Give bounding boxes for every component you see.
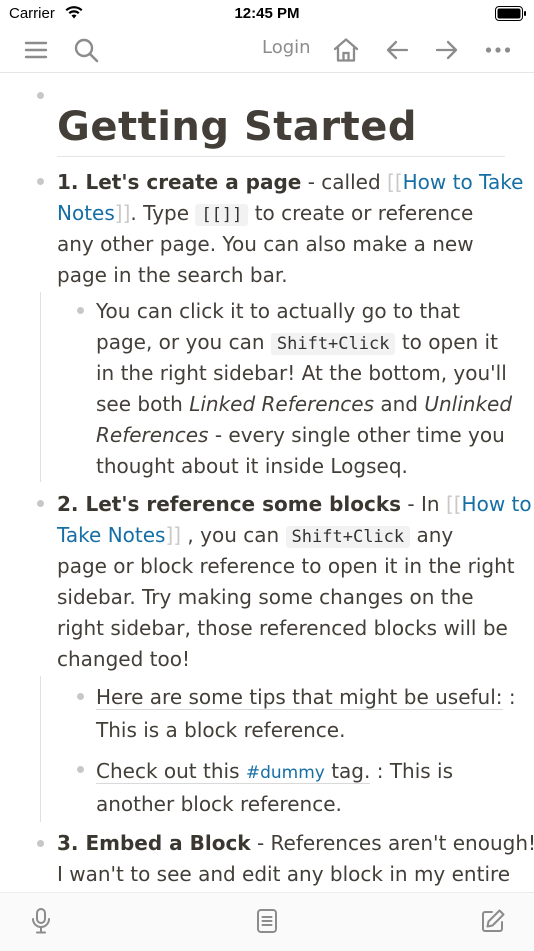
block-text: , you can bbox=[181, 523, 286, 547]
forward-arrow-icon[interactable] bbox=[431, 34, 463, 66]
children-guide-line bbox=[40, 292, 41, 482]
document-icon[interactable] bbox=[251, 905, 283, 937]
edit-icon[interactable] bbox=[477, 905, 509, 937]
block-1-child-line-6[interactable]: thought about it inside Logseq. bbox=[96, 451, 408, 482]
block-2-child-2-line-1[interactable]: Check out this #dummy tag. : This is bbox=[96, 756, 453, 789]
block-1-child-line-3[interactable]: in the right sidebar! At the bottom, you… bbox=[96, 358, 507, 389]
block-3-heading: 3. Embed a Block bbox=[57, 831, 251, 855]
tag-dummy[interactable]: #dummy bbox=[246, 763, 325, 783]
page-link-how-to-take-notes[interactable]: Take Notes bbox=[57, 523, 165, 547]
bracket-open: [[ bbox=[445, 492, 462, 516]
block-bullet[interactable] bbox=[77, 766, 84, 773]
status-time: 12:45 PM bbox=[234, 5, 300, 22]
block-text: - called bbox=[301, 170, 388, 194]
block-1-line-1[interactable]: 1. Let's create a page - called [[How to… bbox=[57, 167, 523, 198]
italic-text: Linked References bbox=[189, 392, 374, 416]
block-3-line-2[interactable]: I wan't to see and edit any block in my … bbox=[57, 859, 510, 890]
block-bullet[interactable] bbox=[37, 500, 44, 507]
block-text: see both bbox=[96, 392, 190, 416]
block-text: to open it bbox=[395, 330, 498, 354]
block-1-child-line-5[interactable]: References - every single other time you bbox=[96, 420, 505, 451]
block-2-child-2-line-2[interactable]: another block reference. bbox=[96, 789, 342, 820]
block-1-line-2[interactable]: Notes]]. Type [[]] to create or referenc… bbox=[57, 198, 473, 231]
page-content: Getting Started 1. Let's create a page -… bbox=[0, 72, 534, 892]
inline-code: Shift+Click bbox=[285, 526, 411, 548]
block-bullet[interactable] bbox=[37, 178, 44, 185]
top-toolbar: Login bbox=[0, 28, 534, 73]
page-link-how-to-take-notes[interactable]: Notes bbox=[57, 201, 115, 225]
block-bullet[interactable] bbox=[77, 307, 84, 314]
block-reference[interactable]: Here are some tips that might be useful: bbox=[96, 685, 503, 710]
block-text: page, or you can bbox=[96, 330, 271, 354]
italic-text: Unlinked bbox=[424, 392, 513, 416]
block-bullet[interactable] bbox=[37, 92, 44, 99]
block-2-line-6[interactable]: changed too! bbox=[57, 644, 190, 675]
block-text: - every single other time you bbox=[208, 423, 505, 447]
block-2-line-4[interactable]: sidebar. Try making some changes on the bbox=[57, 582, 474, 613]
block-text: tag. bbox=[324, 759, 371, 783]
block-text: Check out this bbox=[96, 759, 246, 783]
block-2-line-2[interactable]: Take Notes]] , you can Shift+Click any bbox=[57, 520, 453, 553]
login-button[interactable]: Login bbox=[262, 37, 311, 58]
block-text: . Type bbox=[130, 201, 196, 225]
page-link-how-to-take-notes[interactable]: How to bbox=[462, 492, 532, 516]
more-icon[interactable] bbox=[482, 34, 514, 66]
block-text: - References aren't enough! bbox=[250, 831, 534, 855]
bracket-close: ]] bbox=[165, 523, 182, 547]
block-2-line-5[interactable]: right sidebar, those referenced blocks w… bbox=[57, 613, 508, 644]
bracket-close: ]] bbox=[114, 201, 131, 225]
bracket-open: [[ bbox=[387, 170, 403, 194]
back-arrow-icon[interactable] bbox=[381, 34, 413, 66]
children-guide-line bbox=[40, 676, 41, 822]
status-bar: Carrier 12:45 PM bbox=[0, 0, 534, 28]
menu-icon[interactable] bbox=[20, 34, 52, 66]
block-1-child-line-2[interactable]: page, or you can Shift+Click to open it bbox=[96, 327, 498, 360]
block-text: - In bbox=[401, 492, 446, 516]
search-icon[interactable] bbox=[70, 34, 102, 66]
block-3-line-1[interactable]: 3. Embed a Block - References aren't eno… bbox=[57, 828, 534, 859]
bottom-toolbar bbox=[0, 892, 534, 951]
block-bullet[interactable] bbox=[77, 693, 84, 700]
block-1-line-3[interactable]: any other page. You can also make a new bbox=[57, 229, 474, 260]
inline-code: Shift+Click bbox=[270, 333, 396, 355]
block-text: any bbox=[410, 523, 454, 547]
block-2-heading: 2. Let's reference some blocks bbox=[57, 492, 402, 516]
italic-text: References bbox=[96, 423, 209, 447]
block-1-line-4[interactable]: page in the search bar. bbox=[57, 260, 288, 291]
block-reference[interactable]: Check out this #dummy tag. bbox=[96, 759, 371, 784]
block-text: to create or reference bbox=[248, 201, 474, 225]
block-2-line-3[interactable]: page or block reference to open it in th… bbox=[57, 551, 515, 582]
inline-code: [[]] bbox=[195, 204, 249, 226]
block-1-child-line-4[interactable]: see both Linked References and Unlinked bbox=[96, 389, 512, 420]
block-text: : This is bbox=[370, 759, 454, 783]
page-title[interactable]: Getting Started bbox=[57, 104, 505, 157]
block-2-line-1[interactable]: 2. Let's reference some blocks - In [[Ho… bbox=[57, 489, 532, 520]
home-icon[interactable] bbox=[330, 34, 362, 66]
battery-icon bbox=[495, 6, 527, 26]
block-1-child-line-1[interactable]: You can click it to actually go to that bbox=[96, 296, 460, 327]
block-text: : bbox=[502, 685, 516, 709]
block-2-child-1-line-2[interactable]: This is a block reference. bbox=[96, 715, 345, 746]
block-1-heading: 1. Let's create a page bbox=[57, 170, 302, 194]
microphone-icon[interactable] bbox=[25, 905, 57, 937]
block-bullet[interactable] bbox=[37, 840, 44, 847]
block-text: and bbox=[374, 392, 425, 416]
block-2-child-1-line-1[interactable]: Here are some tips that might be useful:… bbox=[96, 682, 516, 713]
page-link-how-to-take-notes[interactable]: How to Take bbox=[403, 170, 524, 194]
